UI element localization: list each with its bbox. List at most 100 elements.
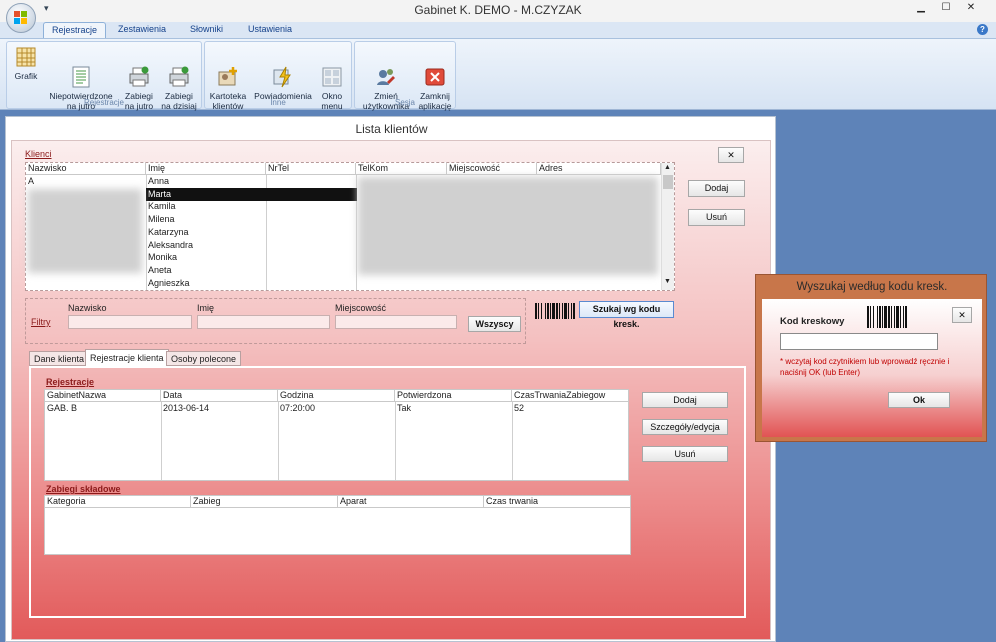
tab-rejestracje[interactable]: Rejestracje xyxy=(43,22,107,39)
col-header-adres[interactable]: Adres xyxy=(537,163,661,175)
close-window-button[interactable]: ✕ xyxy=(962,1,980,15)
add-registration-button[interactable]: Dodaj xyxy=(642,392,728,408)
filter-name-label: Imię xyxy=(197,303,215,313)
col-header-gabinet[interactable]: GabinetNazwa xyxy=(45,390,161,402)
ribbon: Grafik Niepotwierdzone na jutro Zabiegi … xyxy=(0,38,996,111)
scroll-up-icon[interactable]: ▲ xyxy=(664,164,671,171)
table-cell[interactable]: 52 xyxy=(512,402,524,415)
col-header-czas-trwania[interactable]: Czas trwania xyxy=(484,496,630,508)
table-cell[interactable]: Kamila xyxy=(146,200,176,213)
barcode-search-button[interactable]: Szukaj wg kodu kresk. xyxy=(579,301,674,329)
col-header-miejscowosc[interactable]: Miejscowość xyxy=(447,163,537,175)
filter-city-input[interactable] xyxy=(335,315,457,329)
table-cell[interactable]: Katarzyna xyxy=(146,226,189,239)
title-bar: Gabinet K. DEMO - M.CZYZAK ▾ ▁ ☐ ✕ xyxy=(0,0,996,22)
barcode-icon xyxy=(866,305,916,329)
table-cell[interactable] xyxy=(26,264,28,277)
close-list-button[interactable]: ✕ xyxy=(718,147,744,163)
registrations-table[interactable]: GabinetNazwa Data Godzina Potwierdzona C… xyxy=(44,389,629,481)
table-cell[interactable] xyxy=(26,200,28,213)
table-cell[interactable] xyxy=(26,226,28,239)
client-list-panel: Klienci ✕ Nazwisko Imię NrTel TelKom Mie… xyxy=(11,140,771,640)
table-cell[interactable]: Agnieszka xyxy=(146,277,190,290)
close-app-icon xyxy=(424,56,446,86)
grafik-label: Grafik xyxy=(14,71,38,81)
barcode-search-dialog: Wyszukaj według kodu kresk. Kod kreskowy… xyxy=(755,274,987,442)
grid-calendar-icon xyxy=(15,46,37,68)
table-cell[interactable] xyxy=(26,239,28,252)
add-client-button[interactable]: Dodaj xyxy=(688,180,745,197)
redacted-surnames xyxy=(28,189,142,273)
col-header-kategoria[interactable]: Kategoria xyxy=(45,496,191,508)
filter-name-input[interactable] xyxy=(197,315,330,329)
printer-check-icon xyxy=(128,56,150,87)
table-cell[interactable] xyxy=(26,277,28,290)
help-icon[interactable]: ? xyxy=(977,24,988,35)
maximize-button[interactable]: ☐ xyxy=(937,1,955,15)
table-cell[interactable]: Aneta xyxy=(146,264,172,277)
table-cell[interactable]: Marta xyxy=(146,188,171,201)
clients-scrollbar[interactable]: ▲ ▼ xyxy=(661,163,674,290)
col-header-nazwisko[interactable]: Nazwisko xyxy=(26,163,146,175)
table-cell[interactable]: GAB. B xyxy=(45,402,77,415)
col-header-potwierdzona[interactable]: Potwierdzona xyxy=(395,390,512,402)
tab-ustawienia[interactable]: Ustawienia xyxy=(240,22,300,39)
dialog-title: Wyszukaj według kodu kresk. xyxy=(796,281,948,293)
office-menu-button[interactable] xyxy=(6,3,36,33)
table-cell[interactable] xyxy=(26,251,28,264)
table-cell[interactable]: 2013-06-14 xyxy=(161,402,209,415)
remove-registration-button[interactable]: Usuń xyxy=(642,446,728,462)
quick-access-dropdown-icon[interactable]: ▾ xyxy=(44,3,49,14)
edit-registration-button[interactable]: Szczegóły/edycja xyxy=(642,419,728,435)
table-cell[interactable]: Aleksandra xyxy=(146,239,193,252)
table-cell[interactable]: Monika xyxy=(146,251,177,264)
scroll-down-icon[interactable]: ▼ xyxy=(664,278,671,285)
window-grid-icon xyxy=(321,56,343,87)
col-header-telkom[interactable]: TelKom xyxy=(356,163,447,175)
dialog-ok-button[interactable]: Ok xyxy=(888,392,950,408)
filter-city-label: Miejscowość xyxy=(335,303,387,313)
list-document-icon xyxy=(70,56,92,88)
table-cell[interactable]: Anna xyxy=(146,175,169,188)
minimize-button[interactable]: ▁ xyxy=(912,1,930,15)
show-all-button[interactable]: Wszyscy xyxy=(468,316,521,332)
dialog-close-button[interactable]: ✕ xyxy=(952,307,972,323)
registrations-label: Rejestracje xyxy=(46,377,95,387)
filters-label: Filtry xyxy=(31,317,51,327)
col-header-imie[interactable]: Imię xyxy=(146,163,266,175)
tab-rejestracje-klienta[interactable]: Rejestracje klienta xyxy=(85,349,169,366)
grafik-button[interactable]: Grafik xyxy=(11,46,41,81)
filters-box: Filtry Nazwisko Imię Miejscowość Wszyscy xyxy=(25,298,526,344)
tab-slowniki[interactable]: Słowniki xyxy=(182,22,231,39)
barcode-field-label: Kod kreskowy xyxy=(780,316,845,327)
filter-surname-input[interactable] xyxy=(68,315,192,329)
ribbon-group-rejestracje: Grafik Niepotwierdzone na jutro Zabiegi … xyxy=(6,41,202,111)
clients-table[interactable]: Nazwisko Imię NrTel TelKom Miejscowość A… xyxy=(25,162,675,291)
tab-content-panel: Rejestracje GabinetNazwa Data Godzina Po… xyxy=(29,366,746,618)
window-title-lista: Lista klientów xyxy=(355,122,428,136)
remove-client-button[interactable]: Usuń xyxy=(688,209,745,226)
tab-zestawienia[interactable]: Zestawienia xyxy=(110,22,174,39)
table-cell[interactable]: A xyxy=(26,175,34,188)
tab-dane-klienta[interactable]: Dane klienta xyxy=(29,351,90,366)
selected-row-highlight xyxy=(146,188,357,201)
col-header-zabieg[interactable]: Zabieg xyxy=(191,496,338,508)
ribbon-tab-row: Rejestracje Zestawienia Słowniki Ustawie… xyxy=(0,22,996,39)
table-cell[interactable]: Tak xyxy=(395,402,411,415)
table-cell[interactable]: Milena xyxy=(146,213,175,226)
barcode-input[interactable] xyxy=(780,333,938,350)
col-header-czas[interactable]: CzasTrwaniaZabiegow xyxy=(512,390,628,402)
col-header-data[interactable]: Data xyxy=(161,390,278,402)
col-header-nrtel[interactable]: NrTel xyxy=(266,163,356,175)
tab-osoby-polecone[interactable]: Osoby polecone xyxy=(166,351,242,366)
col-header-godzina[interactable]: Godzina xyxy=(278,390,395,402)
table-cell[interactable] xyxy=(26,213,28,226)
table-cell[interactable]: 07:20:00 xyxy=(278,402,315,415)
powiadomienia-button[interactable]: Powiadomienia xyxy=(251,46,315,101)
treatments-table[interactable]: Kategoria Zabieg Aparat Czas trwania xyxy=(44,495,631,555)
table-cell[interactable] xyxy=(26,188,28,201)
col-header-aparat[interactable]: Aparat xyxy=(338,496,484,508)
scroll-thumb[interactable] xyxy=(663,175,673,189)
switch-user-icon xyxy=(375,56,397,85)
clients-label: Klienci xyxy=(25,149,52,159)
